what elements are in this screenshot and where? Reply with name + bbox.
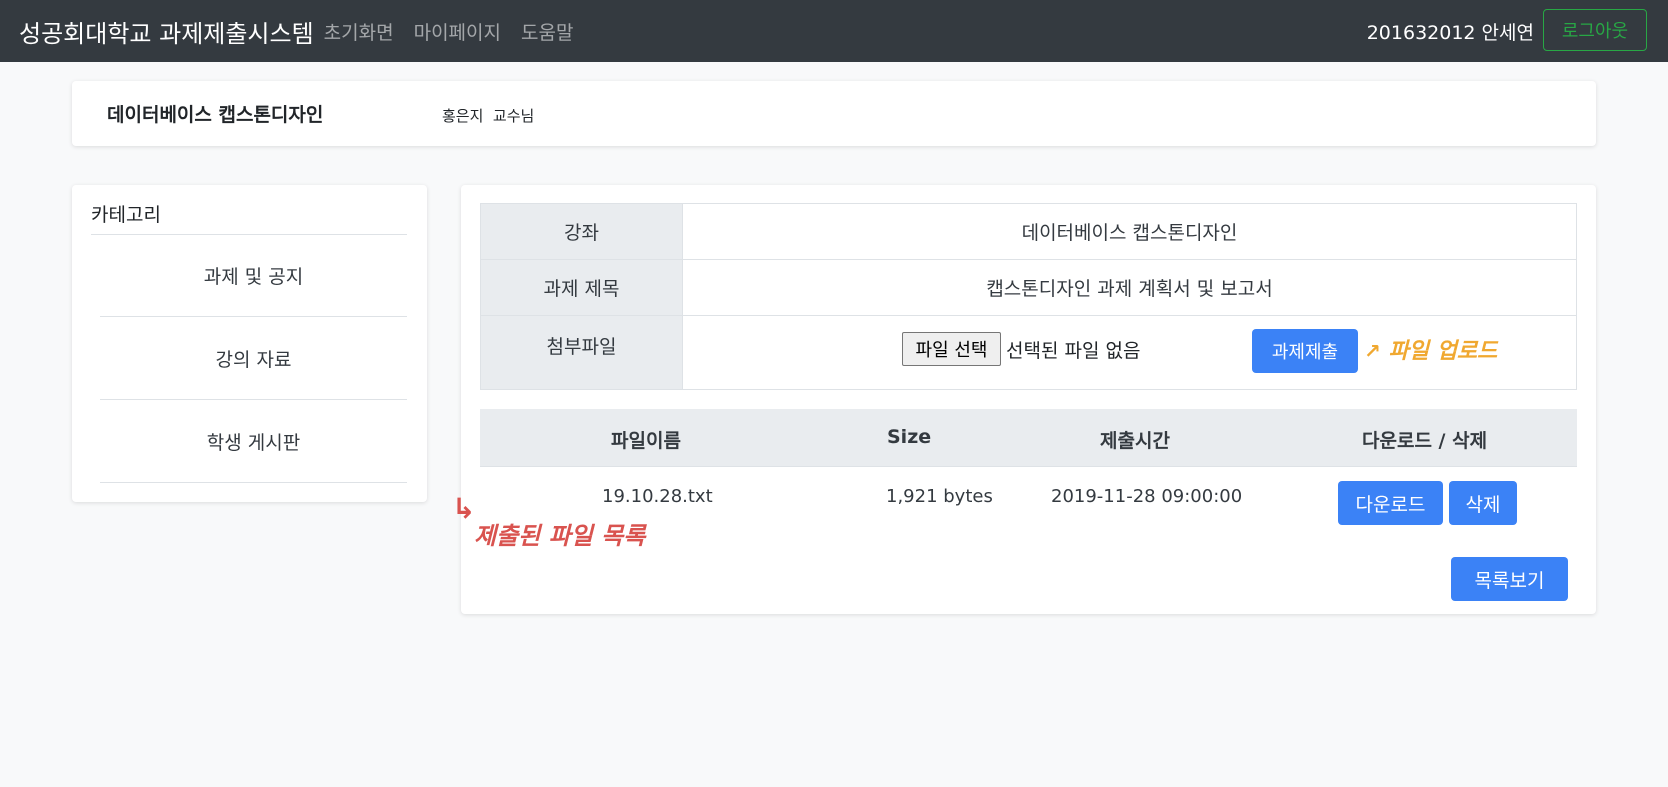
column-header-actions: 다운로드 / 삭제 <box>1362 430 1488 452</box>
view-list-button[interactable]: 목록보기 <box>1451 557 1568 601</box>
file-name: 19.10.28.txt <box>602 486 713 507</box>
column-header-filename: 파일이름 <box>611 430 681 452</box>
upload-annotation: ↗︎ 파일 업로드 <box>1364 333 1497 365</box>
no-file-text: 선택된 파일 없음 <box>1006 340 1141 362</box>
professor-name: 홍은지 교수님 <box>442 107 535 125</box>
files-annotation-text: 제출된 파일 목록 <box>474 522 646 550</box>
curved-arrow-icon: ↳ <box>452 492 476 525</box>
nav-link-home[interactable]: 초기화면 <box>324 18 394 45</box>
course-value: 데이터베이스 캡스톤디자인 <box>682 203 1577 260</box>
category-sidebar: 카테고리 과제 및 공지 강의 자료 학생 게시판 <box>72 185 427 502</box>
nav-link-help[interactable]: 도움말 <box>521 18 573 45</box>
navbar: 성공회대학교 과제제출시스템 초기화면 마이페이지 도움말 201632012 … <box>0 0 1668 62</box>
sidebar-item-student-board[interactable]: 학생 게시판 <box>100 401 407 483</box>
nav-link-mypage[interactable]: 마이페이지 <box>414 18 501 45</box>
files-annotation: ↳ 제출된 파일 목록 <box>452 492 646 551</box>
course-label: 강좌 <box>480 203 683 260</box>
column-header-time: 제출시간 <box>1100 430 1170 452</box>
course-header: 데이터베이스 캡스톤디자인 홍은지 교수님 <box>72 81 1596 146</box>
submit-assignment-button[interactable]: 과제제출 <box>1252 329 1358 373</box>
column-header-size: Size <box>887 426 932 448</box>
delete-button[interactable]: 삭제 <box>1449 481 1517 525</box>
assignment-title-value: 캡스톤디자인 과제 계획서 및 보고서 <box>682 259 1577 316</box>
attachment-label: 첨부파일 <box>480 315 683 390</box>
assignment-title-label: 과제 제목 <box>480 259 683 316</box>
download-button[interactable]: 다운로드 <box>1338 481 1443 525</box>
brand-title[interactable]: 성공회대학교 과제제출시스템 <box>19 14 314 49</box>
choose-file-button[interactable]: 파일 선택 <box>902 332 1001 366</box>
sidebar-item-lecture-materials[interactable]: 강의 자료 <box>100 318 407 400</box>
files-table-header: 파일이름 Size 제출시간 다운로드 / 삭제 <box>480 409 1577 467</box>
arrow-right-icon: ↗︎ <box>1364 339 1381 363</box>
file-submit-time: 2019-11-28 09:00:00 <box>1051 486 1243 507</box>
file-size: 1,921 bytes <box>886 486 993 507</box>
logout-button[interactable]: 로그아웃 <box>1543 9 1647 51</box>
user-info: 201632012 안세연 <box>1366 21 1534 44</box>
sidebar-heading: 카테고리 <box>91 204 161 226</box>
sidebar-item-assignments[interactable]: 과제 및 공지 <box>100 235 407 317</box>
upload-annotation-text: 파일 업로드 <box>1388 339 1498 364</box>
course-title: 데이터베이스 캡스톤디자인 <box>107 104 324 126</box>
